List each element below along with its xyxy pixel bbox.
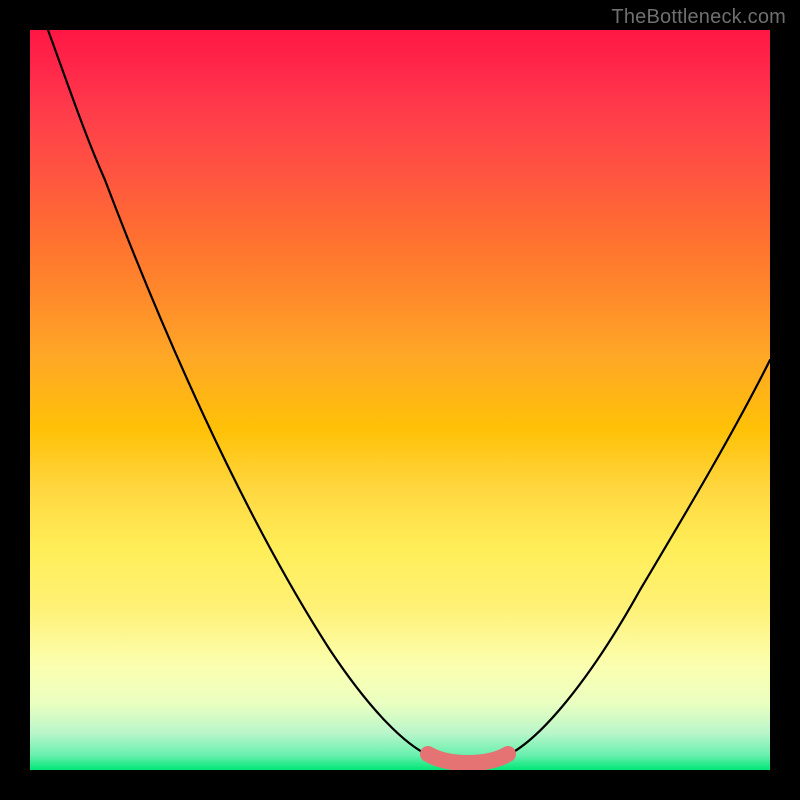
bottleneck-curve [30,30,770,770]
curve-right-branch [506,360,770,756]
chart-frame: TheBottleneck.com [0,0,800,800]
optimal-range-highlight [428,754,508,763]
curve-left-branch [48,30,430,756]
chart-plot-area [30,30,770,770]
watermark-text: TheBottleneck.com [611,6,786,29]
